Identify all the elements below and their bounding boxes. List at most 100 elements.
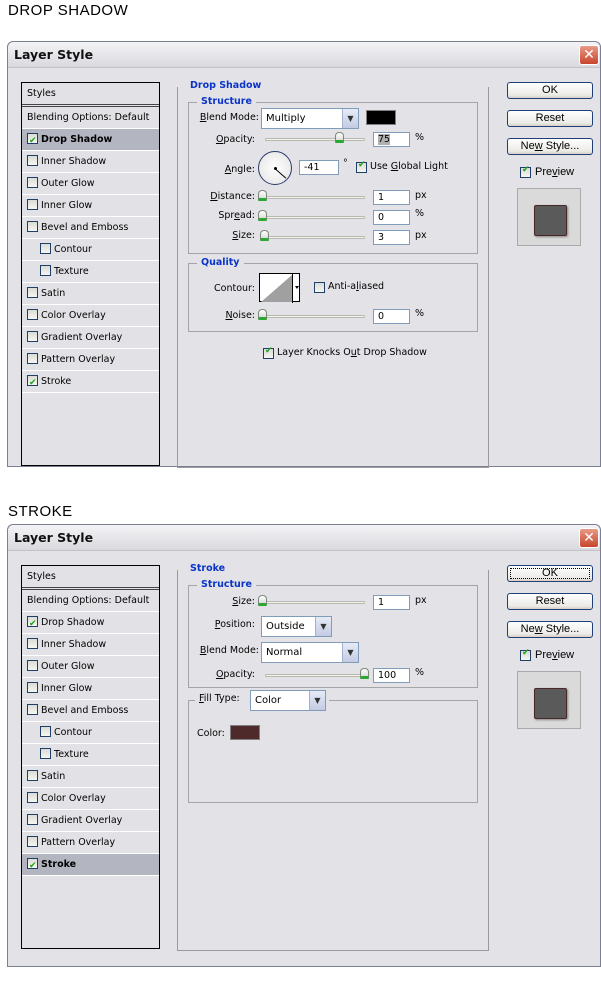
style-item-contour[interactable]: Contour bbox=[22, 722, 159, 744]
size-slider[interactable] bbox=[265, 236, 365, 239]
style-item-gradient-overlay[interactable]: Gradient Overlay bbox=[22, 327, 159, 349]
angle-dial[interactable] bbox=[258, 151, 292, 185]
style-item-texture[interactable]: Texture bbox=[22, 261, 159, 283]
checkbox-icon[interactable] bbox=[27, 331, 38, 342]
checkbox-icon[interactable] bbox=[27, 221, 38, 232]
blend-mode-select[interactable]: Normal ▼ bbox=[261, 642, 359, 663]
new-style-button[interactable]: New Style... bbox=[507, 621, 593, 638]
checkbox-icon[interactable] bbox=[40, 726, 51, 737]
spread-slider-thumb[interactable] bbox=[258, 210, 267, 221]
checkbox-icon[interactable] bbox=[27, 614, 38, 635]
style-item-inner-glow[interactable]: Inner Glow bbox=[22, 195, 159, 217]
styles-header[interactable]: Styles bbox=[22, 83, 159, 107]
contour-picker[interactable] bbox=[259, 273, 300, 303]
reset-button[interactable]: Reset bbox=[507, 593, 593, 610]
size-input[interactable]: 1 bbox=[373, 595, 410, 610]
style-item-inner-glow[interactable]: Inner Glow bbox=[22, 678, 159, 700]
style-item-stroke[interactable]: Stroke bbox=[22, 371, 159, 394]
style-item-satin[interactable]: Satin bbox=[22, 283, 159, 305]
position-select[interactable]: Outside ▼ bbox=[261, 616, 332, 637]
opacity-input[interactable]: 100 bbox=[373, 668, 410, 683]
checkbox-icon[interactable] bbox=[27, 373, 38, 394]
style-item-pattern-overlay[interactable]: Pattern Overlay bbox=[22, 832, 159, 854]
spread-slider[interactable] bbox=[265, 216, 365, 219]
style-item-gradient-overlay[interactable]: Gradient Overlay bbox=[22, 810, 159, 832]
preview-checkbox[interactable] bbox=[520, 648, 534, 662]
opacity-slider-thumb[interactable] bbox=[360, 668, 369, 679]
checkbox-icon[interactable] bbox=[27, 856, 38, 877]
size-unit: px bbox=[415, 595, 427, 606]
style-item-bevel-and-emboss[interactable]: Bevel and Emboss bbox=[22, 700, 159, 722]
noise-input[interactable]: 0 bbox=[373, 309, 410, 324]
opacity-slider-thumb[interactable] bbox=[335, 132, 344, 143]
style-item-satin[interactable]: Satin bbox=[22, 766, 159, 788]
distance-slider[interactable] bbox=[265, 196, 365, 199]
style-item-inner-shadow[interactable]: Inner Shadow bbox=[22, 151, 159, 173]
checkbox-icon[interactable] bbox=[27, 177, 38, 188]
style-item-color-overlay[interactable]: Color Overlay bbox=[22, 788, 159, 810]
anti-aliased-checkbox[interactable] bbox=[314, 281, 328, 294]
size-slider[interactable] bbox=[265, 601, 365, 604]
styles-header[interactable]: Styles bbox=[22, 566, 159, 590]
checkbox-icon[interactable] bbox=[27, 199, 38, 210]
fill-type-select[interactable]: Color ▼ bbox=[250, 690, 326, 711]
style-item-drop-shadow[interactable]: Drop Shadow bbox=[22, 129, 159, 152]
stroke-color-swatch[interactable] bbox=[230, 725, 260, 740]
close-button[interactable]: ✕ bbox=[579, 528, 599, 548]
noise-slider[interactable] bbox=[265, 315, 365, 318]
ok-button[interactable]: OK bbox=[507, 565, 593, 582]
size-slider-thumb[interactable] bbox=[258, 595, 267, 606]
distance-input[interactable]: 1 bbox=[373, 190, 410, 205]
style-item-outer-glow[interactable]: Outer Glow bbox=[22, 173, 159, 195]
style-item-drop-shadow[interactable]: Drop Shadow bbox=[22, 612, 159, 635]
opacity-slider[interactable] bbox=[265, 674, 365, 677]
style-item-contour[interactable]: Contour bbox=[22, 239, 159, 261]
style-item-pattern-overlay[interactable]: Pattern Overlay bbox=[22, 349, 159, 371]
reset-button[interactable]: Reset bbox=[507, 110, 593, 127]
style-item-inner-shadow[interactable]: Inner Shadow bbox=[22, 634, 159, 656]
checkbox-icon[interactable] bbox=[27, 770, 38, 781]
checkbox-icon[interactable] bbox=[40, 243, 51, 254]
style-item-bevel-and-emboss[interactable]: Bevel and Emboss bbox=[22, 217, 159, 239]
distance-slider-thumb[interactable] bbox=[258, 190, 267, 201]
style-item-outer-glow[interactable]: Outer Glow bbox=[22, 656, 159, 678]
checkbox-icon[interactable] bbox=[40, 748, 51, 759]
size-input[interactable]: 3 bbox=[373, 230, 410, 245]
checkbox-icon[interactable] bbox=[27, 155, 38, 166]
checkbox-icon[interactable] bbox=[27, 792, 38, 803]
new-style-button[interactable]: New Style... bbox=[507, 138, 593, 155]
checkbox-icon[interactable] bbox=[40, 265, 51, 276]
blending-options-item[interactable]: Blending Options: Default bbox=[22, 590, 159, 612]
checkbox-icon[interactable] bbox=[27, 836, 38, 847]
checkbox-icon[interactable] bbox=[27, 309, 38, 320]
knocks-out-checkbox[interactable] bbox=[263, 346, 277, 360]
checkbox-icon[interactable] bbox=[27, 660, 38, 671]
color-label: Color: bbox=[197, 728, 225, 739]
fill-type-value: Color bbox=[255, 695, 282, 706]
size-slider-thumb[interactable] bbox=[260, 230, 269, 241]
close-icon: ✕ bbox=[583, 47, 595, 63]
style-item-texture[interactable]: Texture bbox=[22, 744, 159, 766]
style-item-stroke[interactable]: Stroke bbox=[22, 854, 159, 877]
opacity-input[interactable]: 75 bbox=[373, 132, 410, 147]
checkbox-icon[interactable] bbox=[27, 131, 38, 152]
checkbox-icon[interactable] bbox=[27, 814, 38, 825]
shadow-color-swatch[interactable] bbox=[366, 110, 396, 125]
spread-input[interactable]: 0 bbox=[373, 210, 410, 225]
checkbox-icon[interactable] bbox=[27, 682, 38, 693]
distance-label: Distance: bbox=[210, 191, 255, 202]
opacity-slider[interactable] bbox=[265, 138, 365, 141]
angle-input[interactable]: -41 bbox=[299, 160, 339, 175]
blending-options-item[interactable]: Blending Options: Default bbox=[22, 107, 159, 129]
ok-button[interactable]: OK bbox=[507, 82, 593, 99]
blend-mode-select[interactable]: Multiply ▼ bbox=[261, 108, 359, 129]
checkbox-icon[interactable] bbox=[27, 353, 38, 364]
checkbox-icon[interactable] bbox=[27, 704, 38, 715]
close-button[interactable]: ✕ bbox=[579, 45, 599, 65]
style-item-color-overlay[interactable]: Color Overlay bbox=[22, 305, 159, 327]
use-global-light-checkbox[interactable] bbox=[356, 160, 370, 174]
checkbox-icon[interactable] bbox=[27, 638, 38, 649]
checkbox-icon[interactable] bbox=[27, 287, 38, 298]
noise-slider-thumb[interactable] bbox=[258, 309, 267, 320]
preview-checkbox[interactable] bbox=[520, 165, 534, 179]
